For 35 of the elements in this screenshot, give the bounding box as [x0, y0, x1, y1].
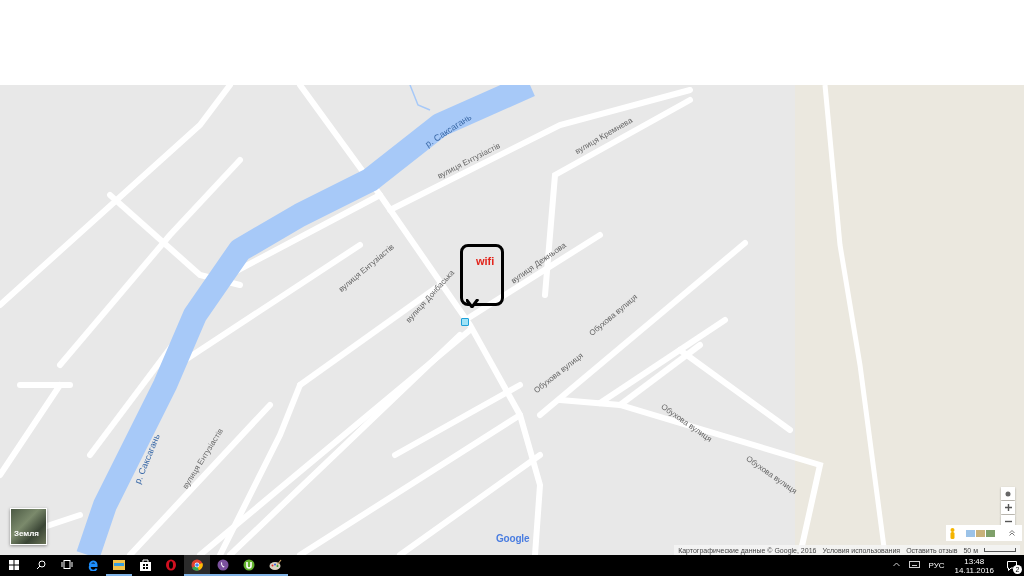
photos-button[interactable] — [966, 529, 996, 537]
shopping-bag-icon — [139, 558, 151, 571]
browser-e-icon — [87, 558, 99, 571]
task-view-icon — [61, 560, 73, 569]
chevron-up-icon — [893, 562, 900, 567]
keyboard-icon — [909, 561, 920, 568]
compass-button[interactable] — [1001, 487, 1015, 500]
minus-icon — [1004, 518, 1012, 525]
plus-icon — [1004, 504, 1012, 511]
transit-stop-icon — [461, 318, 469, 326]
callout-text: wifi — [476, 255, 495, 267]
clock[interactable]: 13:48 14.11.2016 — [948, 555, 1000, 576]
chevron-up-icon — [1009, 530, 1015, 536]
target-icon — [1005, 490, 1011, 497]
taskbar-app-button[interactable] — [184, 555, 210, 576]
folder-icon — [113, 559, 125, 570]
input-language[interactable]: РУС — [924, 561, 949, 570]
bubble-tail-icon — [466, 299, 480, 308]
search-icon — [36, 559, 46, 570]
windows-logo-icon — [9, 559, 19, 570]
scale-bar — [984, 548, 1016, 552]
satellite-layer-button[interactable]: Земля — [10, 508, 47, 545]
clock-date: 14.11.2016 — [954, 565, 994, 575]
letter-o-icon — [165, 558, 177, 571]
palette-icon — [268, 558, 282, 571]
browser-circle-icon — [191, 558, 203, 571]
map-logo: Google — [496, 533, 530, 544]
photo-thumbnails-icon — [966, 529, 996, 537]
message-icon — [1007, 560, 1017, 571]
phone-bubble-icon — [217, 558, 229, 571]
zoom-in-button[interactable] — [1001, 501, 1015, 514]
clock-time: 13:48 — [964, 556, 985, 566]
person-icon — [950, 527, 955, 539]
expand-button[interactable] — [1009, 530, 1015, 536]
letter-u-icon — [243, 558, 255, 571]
